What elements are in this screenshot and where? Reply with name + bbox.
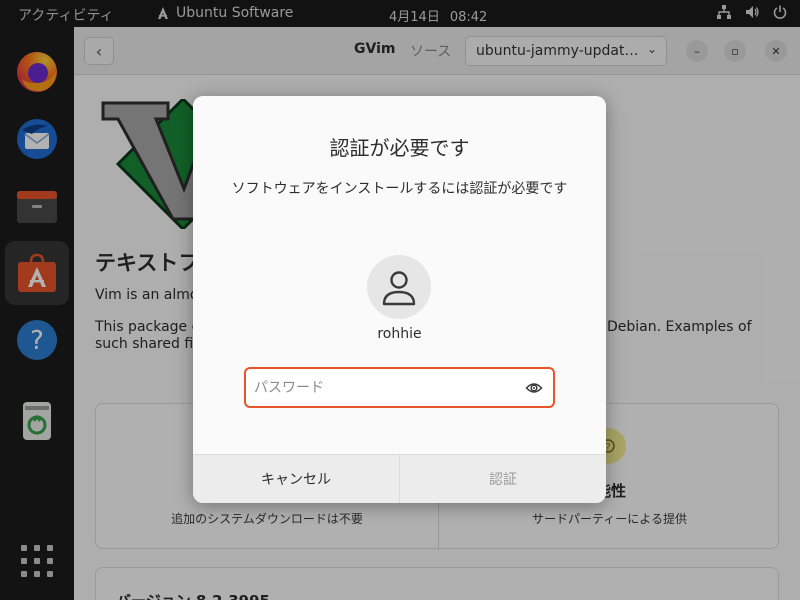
dialog-message: ソフトウェアをインストールするには認証が必要です [231, 181, 568, 197]
cancel-button[interactable]: キャンセル [193, 455, 400, 503]
avatar [367, 255, 431, 319]
dialog-button-row: キャンセル 認証 [193, 454, 606, 503]
auth-dialog: 認証が必要です ソフトウェアをインストールするには認証が必要です rohhie … [193, 96, 606, 503]
password-field-wrapper [244, 367, 555, 408]
user-icon [382, 271, 416, 306]
show-password-icon[interactable] [525, 379, 543, 397]
authenticate-button[interactable]: 認証 [400, 455, 606, 503]
password-input[interactable] [254, 377, 514, 399]
username: rohhie [377, 326, 422, 342]
dialog-title: 認証が必要です [329, 136, 470, 160]
